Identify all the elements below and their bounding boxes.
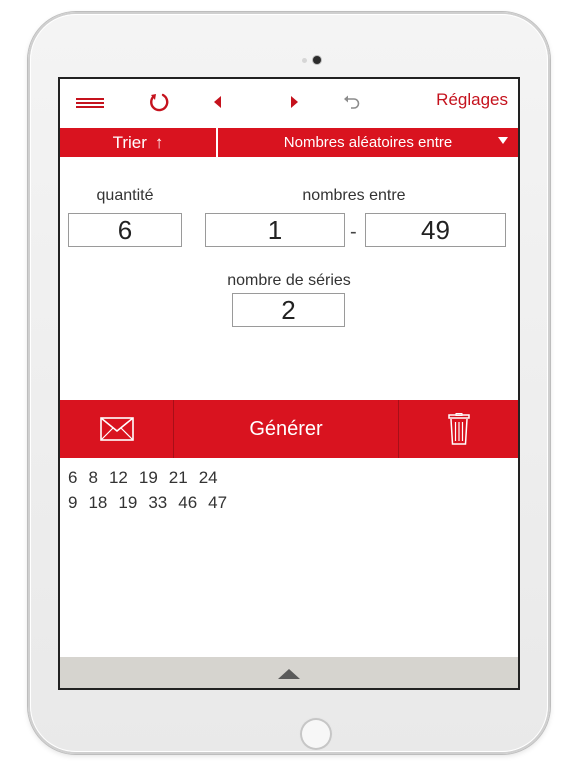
result-number: 19 bbox=[118, 493, 138, 512]
sort-label: Trier bbox=[112, 132, 147, 152]
bottom-drawer-bar[interactable] bbox=[60, 657, 518, 688]
undo-icon[interactable] bbox=[342, 89, 362, 115]
result-row: 6 8 12 19 21 24 bbox=[68, 465, 238, 490]
sort-arrow-icon: ↑ bbox=[154, 132, 164, 152]
result-number: 18 bbox=[88, 493, 108, 512]
result-number: 46 bbox=[178, 493, 198, 512]
dropdown-caret-icon bbox=[498, 137, 508, 144]
front-camera bbox=[313, 56, 321, 64]
mode-label: Nombres aléatoires entre bbox=[283, 134, 453, 151]
action-bar: Générer bbox=[60, 400, 518, 458]
expand-up-icon[interactable] bbox=[278, 669, 300, 679]
series-label: nombre de séries bbox=[227, 272, 351, 289]
refresh-icon[interactable] bbox=[146, 89, 172, 115]
envelope-icon bbox=[99, 417, 134, 441]
result-number: 47 bbox=[208, 493, 228, 512]
top-toolbar: Réglages bbox=[60, 79, 518, 127]
result-number: 8 bbox=[88, 468, 98, 487]
result-row: 9 18 19 33 46 47 bbox=[68, 490, 238, 515]
result-number: 12 bbox=[108, 468, 128, 487]
settings-link[interactable]: Réglages bbox=[436, 90, 508, 110]
mode-dropdown[interactable]: Nombres aléatoires entre bbox=[218, 128, 518, 157]
range-label: nombres entre bbox=[302, 187, 406, 204]
result-number: 24 bbox=[198, 468, 218, 487]
app-screen: Réglages Trier ↑ Nombres aléatoires entr… bbox=[60, 79, 518, 688]
range-max-field[interactable]: 49 bbox=[365, 213, 506, 247]
result-number: 9 bbox=[68, 493, 78, 512]
trash-icon bbox=[448, 413, 470, 445]
chevron-right-icon[interactable] bbox=[288, 89, 302, 115]
results-list: 6 8 12 19 21 24 9 18 19 33 46 47 bbox=[68, 465, 238, 515]
result-number: 19 bbox=[138, 468, 158, 487]
quantity-label: quantité bbox=[96, 187, 154, 204]
sort-button[interactable]: Trier ↑ bbox=[60, 128, 218, 157]
menu-icon[interactable] bbox=[76, 89, 104, 115]
result-number: 6 bbox=[68, 468, 78, 487]
range-min-field[interactable]: 1 bbox=[205, 213, 345, 247]
range-separator: - bbox=[350, 221, 357, 243]
proximity-sensor bbox=[302, 58, 307, 63]
result-number: 21 bbox=[168, 468, 188, 487]
chevron-left-icon[interactable] bbox=[210, 89, 224, 115]
mode-bar: Trier ↑ Nombres aléatoires entre bbox=[60, 128, 518, 157]
series-field[interactable]: 2 bbox=[232, 293, 345, 327]
quantity-field[interactable]: 6 bbox=[68, 213, 182, 247]
generate-button[interactable]: Générer bbox=[174, 400, 398, 458]
clear-button[interactable] bbox=[398, 400, 518, 458]
result-number: 33 bbox=[148, 493, 168, 512]
email-button[interactable] bbox=[60, 400, 174, 458]
home-button[interactable] bbox=[300, 718, 332, 750]
